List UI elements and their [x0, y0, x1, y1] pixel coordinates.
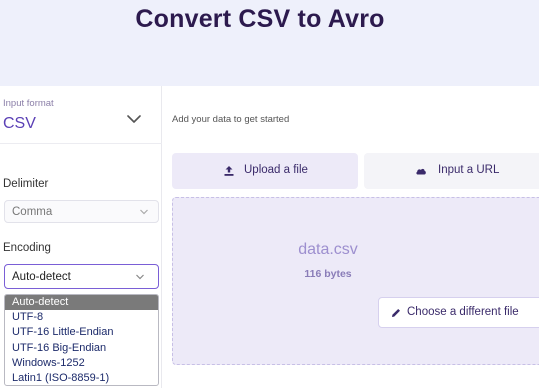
delimiter-label: Delimiter [3, 178, 49, 190]
encoding-option-auto-detect[interactable]: Auto-detect [5, 295, 158, 311]
encoding-value: Auto-detect [12, 271, 71, 283]
chevron-down-icon [140, 209, 148, 215]
encoding-option-utf-16-be[interactable]: UTF-16 Big-Endian [5, 341, 158, 356]
file-name: data.csv [298, 241, 358, 258]
divider [0, 143, 162, 144]
encoding-option-utf-8[interactable]: UTF-8 [5, 310, 158, 325]
delimiter-value: Comma [12, 206, 53, 218]
file-drop-zone[interactable]: data.csv 116 bytes Choose a different fi… [172, 197, 539, 365]
chevron-down-icon[interactable] [126, 112, 142, 126]
choose-different-file-button[interactable]: Choose a different file [378, 297, 539, 328]
page: Convert CSV to Avro Input format CSV Del… [0, 0, 539, 388]
encoding-options-list: Auto-detect UTF-8 UTF-16 Little-Endian U… [4, 294, 159, 386]
encoding-select[interactable]: Auto-detect [4, 264, 159, 289]
options-sidebar: Input format CSV Delimiter Comma Encodin… [0, 86, 162, 388]
input-format-value[interactable]: CSV [3, 115, 36, 133]
pencil-icon [392, 309, 400, 317]
tab-input-url[interactable]: Input a URL [364, 153, 539, 189]
encoding-option-utf-16-le[interactable]: UTF-16 Little-Endian [5, 325, 158, 340]
encoding-option-windows-1252[interactable]: Windows-1252 [5, 356, 158, 371]
tab-upload-file[interactable]: Upload a file [172, 153, 358, 189]
page-title: Convert CSV to Avro [135, 5, 385, 33]
delimiter-select[interactable]: Comma [4, 200, 159, 223]
encoding-option-latin1[interactable]: Latin1 (ISO-8859-1) [5, 371, 158, 385]
upload-icon [224, 166, 234, 176]
tab-url-label: Input a URL [438, 164, 500, 176]
cloud-icon [416, 168, 426, 175]
file-size: 116 bytes [304, 268, 352, 280]
main-panel: Add your data to get started Upload a fi… [163, 86, 539, 388]
choose-different-file-label: Choose a different file [407, 306, 519, 318]
input-format-label: Input format [3, 98, 54, 109]
header-banner: Convert CSV to Avro [0, 0, 539, 86]
tab-upload-label: Upload a file [244, 164, 308, 176]
chevron-down-icon [136, 274, 144, 280]
get-started-text: Add your data to get started [172, 114, 290, 125]
encoding-label: Encoding [3, 242, 51, 254]
